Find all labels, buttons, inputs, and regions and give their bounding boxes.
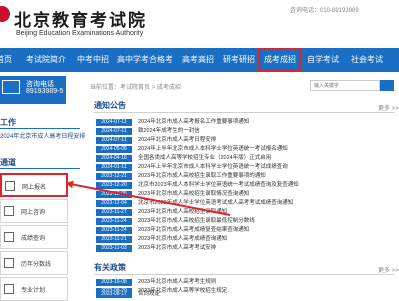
notice-date: 2024-04-16 — [96, 155, 132, 162]
notice-row[interactable]: 2023-11-24 2023年北京市成人高校招生录取最低控制分数线 — [96, 217, 396, 226]
notice-row[interactable]: 2023-12-20 北京市2023年成人本科学士学位英语统一考试成绩查询及复查通… — [96, 181, 396, 190]
notice-row[interactable]: 2024-05-06 2024年上半年北京市成人本科学士学位英语统一考试报名通知 — [96, 145, 396, 154]
notice-date: 2024-01-11 — [96, 164, 132, 171]
work-schedule-link[interactable]: 2024年北京市成人高考日程安排 — [0, 131, 85, 140]
quick-section-divider — [0, 168, 80, 169]
policy-title[interactable]: 2023年北京市成人高考考生规则 — [138, 278, 216, 287]
document-icon — [4, 232, 14, 242]
monitor-icon — [5, 181, 15, 191]
chat-icon — [4, 206, 14, 216]
notice-row[interactable]: 2023-11-21 2023年北京市成人高考成绩查询通知 — [96, 235, 396, 244]
notice-title[interactable]: 2024年北京市成人高考报名工作重要事项通知 — [138, 118, 249, 127]
notice-title[interactable]: 2023年北京市成人高考成绩查询通知 — [138, 235, 227, 244]
work-section-title: 工作 — [0, 118, 16, 127]
search-input[interactable] — [310, 80, 380, 91]
notice-date: 2023-11-21 — [96, 236, 132, 243]
notice-date: 2024-07-11 — [96, 137, 132, 144]
quick-label: 网上咨询 — [21, 210, 46, 216]
notice-title[interactable]: 2024年上半年北京市成人本科学士学位英语统一考试报名通知 — [138, 145, 288, 154]
policy-divider — [94, 274, 394, 275]
nav-item-zhongkao[interactable]: 中考中招 — [77, 48, 109, 72]
notice-row[interactable]: 2023-11-03 2023年北京市成人高考考试安排 — [96, 244, 396, 253]
nav-item-about[interactable]: 考试院简介 — [26, 48, 66, 72]
notice-row[interactable]: 2024-07-11 致2024年成考生的一封信 — [96, 127, 396, 136]
notice-row[interactable]: 2024-07-11 2024年北京市成人高考日程安排 — [96, 136, 396, 145]
notice-date: 2023-12-04 — [96, 200, 132, 207]
policy-row[interactable]: 2023-10-08 2023年北京市成人高考考生规则 — [96, 278, 396, 287]
notice-row[interactable]: 2024-01-11 2024年上半年北京市成人本科学士学位英语统一考试成绩查询 — [96, 163, 396, 172]
notice-title[interactable]: 2024年北京市成人高考日程安排 — [138, 136, 216, 145]
site-header: 北京教育考试院 Beijing Education Examinations A… — [0, 0, 399, 47]
search-button[interactable] — [380, 80, 394, 91]
notice-title[interactable]: 北京市2023年成人本科学士学位英语统一考试成绩查询及复查通知 — [138, 181, 299, 190]
notice-row[interactable]: 2023-11-24 2023年北京市成人高考成绩复查结果查询通知 — [96, 226, 396, 235]
breadcrumb: 当前位置：考试院首页 > 成考成招 — [90, 85, 181, 91]
list-icon — [4, 284, 14, 294]
notice-date: 2023-11-03 — [96, 245, 132, 252]
quick-score-query[interactable]: 成绩查询 — [0, 225, 68, 249]
quick-online-registration[interactable]: 网上报名 — [0, 173, 68, 197]
nav-item-shehui[interactable]: 社会考试 — [351, 48, 383, 72]
notice-date: 2023-12-21 — [96, 173, 132, 180]
nav-item-home[interactable]: 首页 — [0, 48, 12, 72]
notice-section-title: 通知公告 — [94, 101, 126, 110]
notice-divider — [94, 112, 394, 113]
notice-date: 2023-11-24 — [96, 227, 132, 234]
policy-title[interactable]: 合同规定 — [138, 290, 160, 299]
consult-monitor-icon — [2, 80, 20, 94]
nav-item-gaokao[interactable]: 高考高招 — [182, 48, 214, 72]
work-section-divider — [0, 128, 80, 129]
policy-row[interactable]: 2023-08-17 合同规定 — [96, 290, 396, 299]
policy-date: 2023-08-17 — [96, 291, 132, 298]
consult-number: 89193989-5 — [26, 88, 64, 95]
notice-row[interactable]: 2023-11-27 2023年北京市成人高校招生录取通知 — [96, 208, 396, 217]
notice-date: 2023-12-20 — [96, 182, 132, 189]
notice-date: 2024-07-11 — [96, 119, 132, 126]
quick-online-consult[interactable]: 网上咨询 — [0, 199, 68, 223]
notice-title[interactable]: 2023年北京市成人高考成绩复查结果查询通知 — [138, 226, 249, 235]
policy-more-link[interactable]: 更多 >> — [378, 265, 399, 274]
policy-date: 2023-10-08 — [96, 279, 132, 286]
notice-date: 2024-05-06 — [96, 146, 132, 153]
main-nav: 首页 考试院简介 中考中招 高中学考合格考 高考高招 研考研招 成考成招 自学考… — [0, 48, 399, 72]
nav-item-zikao[interactable]: 自学考试 — [307, 48, 339, 72]
policy-section-title: 有关政策 — [94, 263, 126, 272]
notice-row[interactable]: 2023-12-04 北京市2023年成人学士学位英语考试成人高考考试成绩查询通知 — [96, 199, 396, 208]
notice-title[interactable]: 2024年上半年北京市成人本科学士学位英语统一考试成绩查询 — [138, 163, 288, 172]
notice-more-link[interactable]: 更多 >> — [378, 103, 399, 112]
notice-title[interactable]: 2023年北京市成人高考考试安排 — [138, 244, 216, 253]
quick-label: 历年分数线 — [21, 262, 52, 268]
quick-major-plan[interactable]: 专业计划 — [0, 277, 68, 301]
logo-subtitle: Beijing Education Examinations Authority — [16, 30, 144, 37]
quick-label: 专业计划 — [21, 288, 46, 294]
notice-title[interactable]: 2023年北京市成人高校招生录取最低控制分数线 — [138, 217, 255, 226]
notice-date: 2024-07-11 — [96, 128, 132, 135]
logo-title[interactable]: 北京教育考试院 — [14, 6, 147, 31]
logo-emblem-icon — [0, 6, 10, 22]
quick-label: 网上报名 — [22, 185, 47, 191]
notice-row[interactable]: 2024-07-11 2024年北京市成人高考报名工作重要事项通知 — [96, 118, 396, 127]
notice-date: 2023-11-27 — [96, 209, 132, 216]
chart-icon — [4, 258, 14, 268]
notice-title[interactable]: 2023年北京市成人高校招生录取工作重要事项的通知 — [138, 172, 266, 181]
notice-row[interactable]: 2024-04-16 全国各类成人高等学校招生专业（2024年版）正式启用 — [96, 154, 396, 163]
hotline-text: 咨询电话：010-89193989 — [290, 8, 359, 14]
nav-item-xuekao[interactable]: 高中学考合格考 — [117, 48, 173, 72]
quick-label: 成绩查询 — [21, 236, 46, 242]
notice-row[interactable]: 2023-12-21 2023年北京市成人高校招生录取工作重要事项的通知 — [96, 172, 396, 181]
quick-past-cutoffs[interactable]: 历年分数线 — [0, 251, 68, 275]
nav-item-chengkao[interactable]: 成考成招 — [258, 48, 302, 72]
quick-section-title: 通道 — [0, 158, 16, 167]
notice-date: 2023-11-24 — [96, 218, 132, 225]
nav-item-yankao[interactable]: 研考研招 — [223, 48, 255, 72]
notice-title[interactable]: 2023年北京市成人高校招生录取情况查询通知 — [138, 190, 249, 199]
main-content: 当前位置：考试院首页 > 成考成招 通知公告 更多 >> 2024-07-112… — [90, 72, 399, 300]
notice-title[interactable]: 致2024年成考生的一封信 — [138, 127, 200, 136]
notice-title[interactable]: 全国各类成人高等学校招生专业（2024年版）正式启用 — [138, 154, 271, 163]
